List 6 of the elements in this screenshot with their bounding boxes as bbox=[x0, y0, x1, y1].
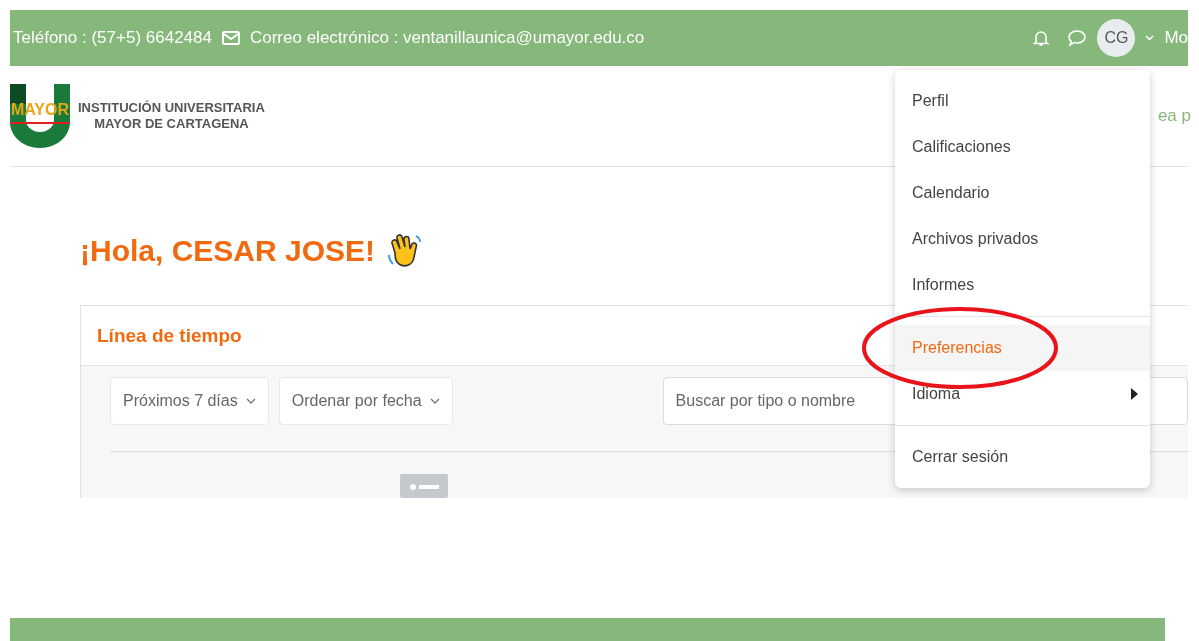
phone-text: Teléfono : (57+5) 6642484 bbox=[13, 28, 212, 48]
greeting-heading: ¡Hola, CESAR JOSE! bbox=[80, 234, 376, 268]
card-title: Línea de tiempo bbox=[97, 324, 242, 347]
email-text: Correo electrónico : ventanillaunica@umayor.edu.co bbox=[249, 28, 645, 48]
logo-subtitle: MAYOR DE CARTAGENA bbox=[94, 116, 249, 132]
logo-title: INSTITUCIÓN UNIVERSITARIA bbox=[78, 100, 265, 116]
